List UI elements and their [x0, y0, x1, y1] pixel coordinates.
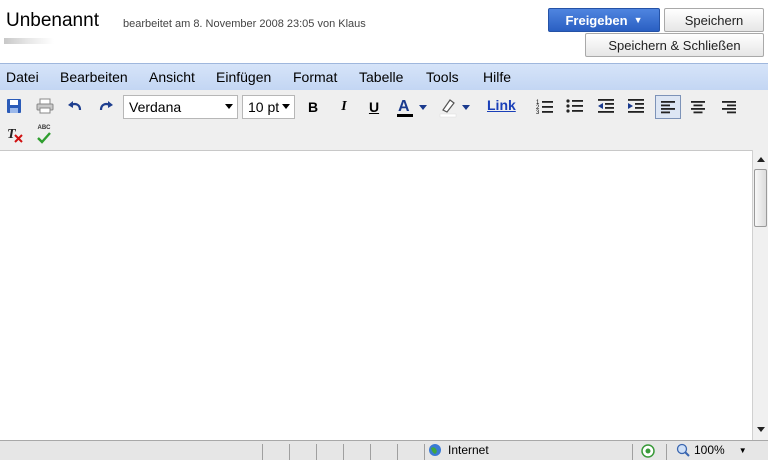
menu-help[interactable]: Hilfe	[483, 69, 511, 85]
numbered-list-icon[interactable]: 123	[534, 96, 556, 116]
status-divider	[343, 444, 344, 460]
share-button[interactable]: Freigeben ▼	[548, 8, 660, 32]
security-zone: Internet	[428, 443, 489, 457]
status-divider	[289, 444, 290, 460]
menu-tools[interactable]: Tools	[426, 69, 459, 85]
menu-edit[interactable]: Bearbeiten	[60, 69, 128, 85]
save-button[interactable]: Speichern	[664, 8, 764, 32]
menu-file[interactable]: Datei	[6, 69, 39, 85]
formatting-toolbar	[0, 90, 768, 150]
chevron-down-icon: ▼	[633, 15, 643, 25]
title-edit-indicator	[4, 38, 54, 44]
zoom-icon	[676, 443, 690, 457]
font-family-value: Verdana	[129, 99, 182, 115]
highlight-icon[interactable]	[438, 95, 472, 119]
protected-mode-icon	[640, 443, 656, 459]
last-edited-info: bearbeitet am 8. November 2008 23:05 von…	[123, 18, 366, 30]
print-icon[interactable]	[35, 97, 55, 115]
status-divider	[262, 444, 263, 460]
spellcheck-label: ABC	[37, 124, 51, 131]
menu-view[interactable]: Ansicht	[149, 69, 195, 85]
italic-button[interactable]: I	[335, 97, 353, 117]
redo-icon[interactable]	[97, 97, 115, 115]
document-header: Unbenannt bearbeitet am 8. November 2008…	[0, 0, 768, 60]
menu-bar: Datei Bearbeiten Ansicht Einfügen Format…	[0, 63, 768, 91]
outdent-icon[interactable]	[595, 96, 617, 116]
align-right-icon[interactable]	[720, 98, 738, 116]
save-and-close-button[interactable]: Speichern & Schließen	[585, 33, 764, 57]
zone-label: Internet	[448, 443, 489, 457]
scroll-down-icon[interactable]	[753, 422, 768, 437]
menu-format[interactable]: Format	[293, 69, 337, 85]
text-color-icon[interactable]: A	[395, 95, 429, 119]
chevron-down-icon	[225, 104, 233, 109]
font-family-select[interactable]: Verdana	[123, 95, 238, 119]
menu-table[interactable]: Tabelle	[359, 69, 403, 85]
svg-text:3: 3	[536, 110, 540, 114]
spellcheck-icon[interactable]: ABC	[34, 123, 54, 145]
scroll-thumb[interactable]	[754, 169, 767, 227]
status-divider	[397, 444, 398, 460]
document-editor[interactable]	[0, 150, 752, 441]
chevron-down-icon	[282, 104, 290, 109]
bold-button[interactable]: B	[304, 97, 322, 117]
bullet-list-icon[interactable]	[564, 96, 586, 116]
font-size-select[interactable]: 10 pt	[242, 95, 295, 119]
chevron-down-icon[interactable]: ▼	[739, 446, 747, 455]
zoom-level: 100%	[694, 443, 725, 457]
internet-zone-icon	[428, 443, 442, 457]
browser-status-bar: Internet 100% ▼	[0, 440, 768, 460]
save-icon[interactable]	[5, 97, 23, 115]
status-divider	[424, 444, 425, 460]
align-left-icon	[659, 98, 677, 116]
font-size-value: 10 pt	[248, 99, 280, 115]
menu-insert[interactable]: Einfügen	[216, 69, 271, 85]
zoom-control[interactable]: 100% ▼	[676, 443, 747, 457]
status-divider	[316, 444, 317, 460]
editor-scrollbar[interactable]	[752, 150, 768, 440]
link-button[interactable]: Link	[487, 97, 516, 113]
underline-button[interactable]: U	[365, 97, 383, 117]
status-divider	[370, 444, 371, 460]
svg-text:A: A	[398, 98, 410, 115]
scroll-up-icon[interactable]	[753, 152, 768, 167]
align-center-icon[interactable]	[689, 98, 707, 116]
status-divider	[632, 444, 633, 460]
remove-format-icon[interactable]: T	[5, 124, 25, 144]
share-button-label: Freigeben	[565, 12, 628, 28]
document-title[interactable]: Unbenannt	[6, 10, 99, 32]
status-divider	[666, 444, 667, 460]
indent-icon[interactable]	[625, 96, 647, 116]
undo-icon[interactable]	[66, 97, 84, 115]
